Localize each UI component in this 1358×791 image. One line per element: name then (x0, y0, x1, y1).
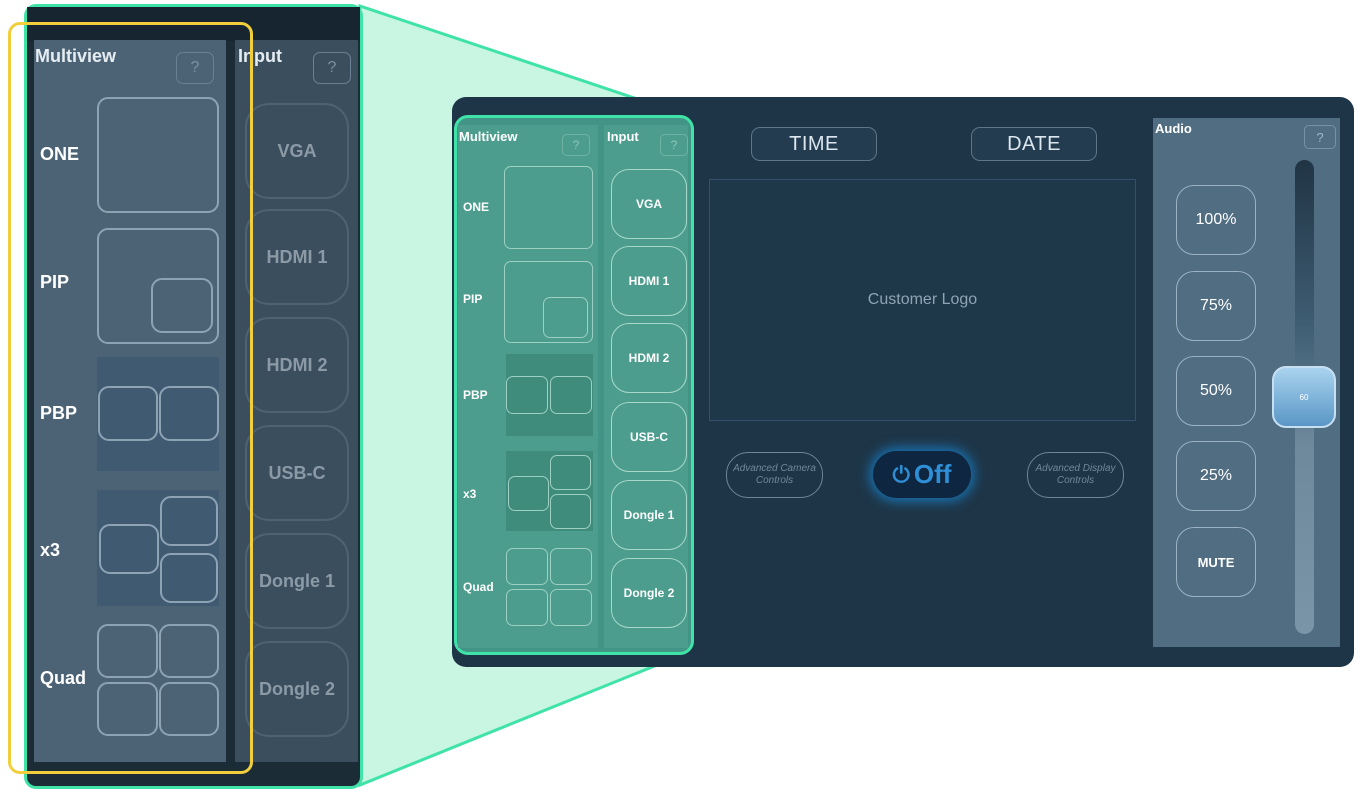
mini-quad-bl[interactable] (506, 589, 548, 626)
customer-logo-area: Customer Logo (709, 179, 1136, 421)
zoomed-input-hdmi2-button[interactable]: HDMI 2 (245, 317, 349, 413)
mini-layout-label-one: ONE (463, 200, 490, 214)
zoomed-input-usbc-button[interactable]: USB-C (245, 425, 349, 521)
mini-multiview-help-button[interactable]: ? (562, 134, 590, 156)
power-icon: ⏻ (892, 461, 910, 487)
zoomed-input-vga-button[interactable]: VGA (245, 103, 349, 199)
audio-100-button[interactable]: 100% (1176, 185, 1256, 255)
mini-quad-br[interactable] (550, 589, 592, 626)
power-button[interactable]: ⏻ Off (873, 451, 971, 498)
zoomed-input-help-button[interactable]: ? (313, 52, 351, 84)
power-label: Off (913, 459, 952, 489)
mini-x3-main (508, 476, 549, 511)
zoomed-input-dongle2-button[interactable]: Dongle 2 (245, 641, 349, 737)
mini-input-hdmi2-button[interactable]: HDMI 2 (611, 323, 687, 393)
audio-50-button[interactable]: 50% (1176, 356, 1256, 426)
audio-mute-button[interactable]: MUTE (1176, 527, 1256, 597)
advanced-display-controls-button[interactable]: Advanced Display Controls (1027, 452, 1124, 498)
mini-input-dongle1-button[interactable]: Dongle 1 (611, 480, 687, 550)
mini-layout-label-pbp: PBP (463, 388, 488, 402)
mini-pip-inset (543, 297, 588, 338)
stage: Multiview ? Input ? ONE PIP PBP x3 Quad … (0, 0, 1358, 791)
mini-input-title: Input (607, 129, 639, 144)
mini-x3-top (550, 455, 591, 490)
mini-multiview-title: Multiview (459, 129, 518, 144)
volume-slider-knob[interactable]: 60 (1272, 366, 1336, 428)
advanced-camera-controls-button[interactable]: Advanced Camera Controls (726, 452, 823, 498)
mini-quad-tl[interactable] (506, 548, 548, 585)
mini-pbp-left (506, 376, 548, 414)
audio-title: Audio (1155, 121, 1192, 136)
mini-input-hdmi1-button[interactable]: HDMI 1 (611, 246, 687, 316)
audio-25-button[interactable]: 25% (1176, 441, 1256, 511)
date-button[interactable]: DATE (971, 127, 1097, 161)
mini-layout-one-button[interactable] (504, 166, 593, 249)
mini-input-vga-button[interactable]: VGA (611, 169, 687, 239)
selection-highlight-frame (8, 22, 253, 774)
time-button[interactable]: TIME (751, 127, 877, 161)
mini-quad-tr[interactable] (550, 548, 592, 585)
zoomed-input-dongle1-button[interactable]: Dongle 1 (245, 533, 349, 629)
customer-logo-text: Customer Logo (867, 291, 978, 308)
mini-input-usbc-button[interactable]: USB-C (611, 402, 687, 472)
audio-75-button[interactable]: 75% (1176, 271, 1256, 341)
mini-x3-bottom (550, 494, 591, 529)
mini-pbp-right (550, 376, 592, 414)
mini-input-help-button[interactable]: ? (660, 134, 688, 156)
zoomed-input-hdmi1-button[interactable]: HDMI 1 (245, 209, 349, 305)
mini-layout-label-x3: x3 (463, 487, 477, 501)
mini-input-dongle2-button[interactable]: Dongle 2 (611, 558, 687, 628)
audio-help-button[interactable]: ? (1304, 125, 1336, 149)
mini-layout-label-pip: PIP (463, 292, 483, 306)
mini-layout-label-quad: Quad (463, 580, 494, 594)
